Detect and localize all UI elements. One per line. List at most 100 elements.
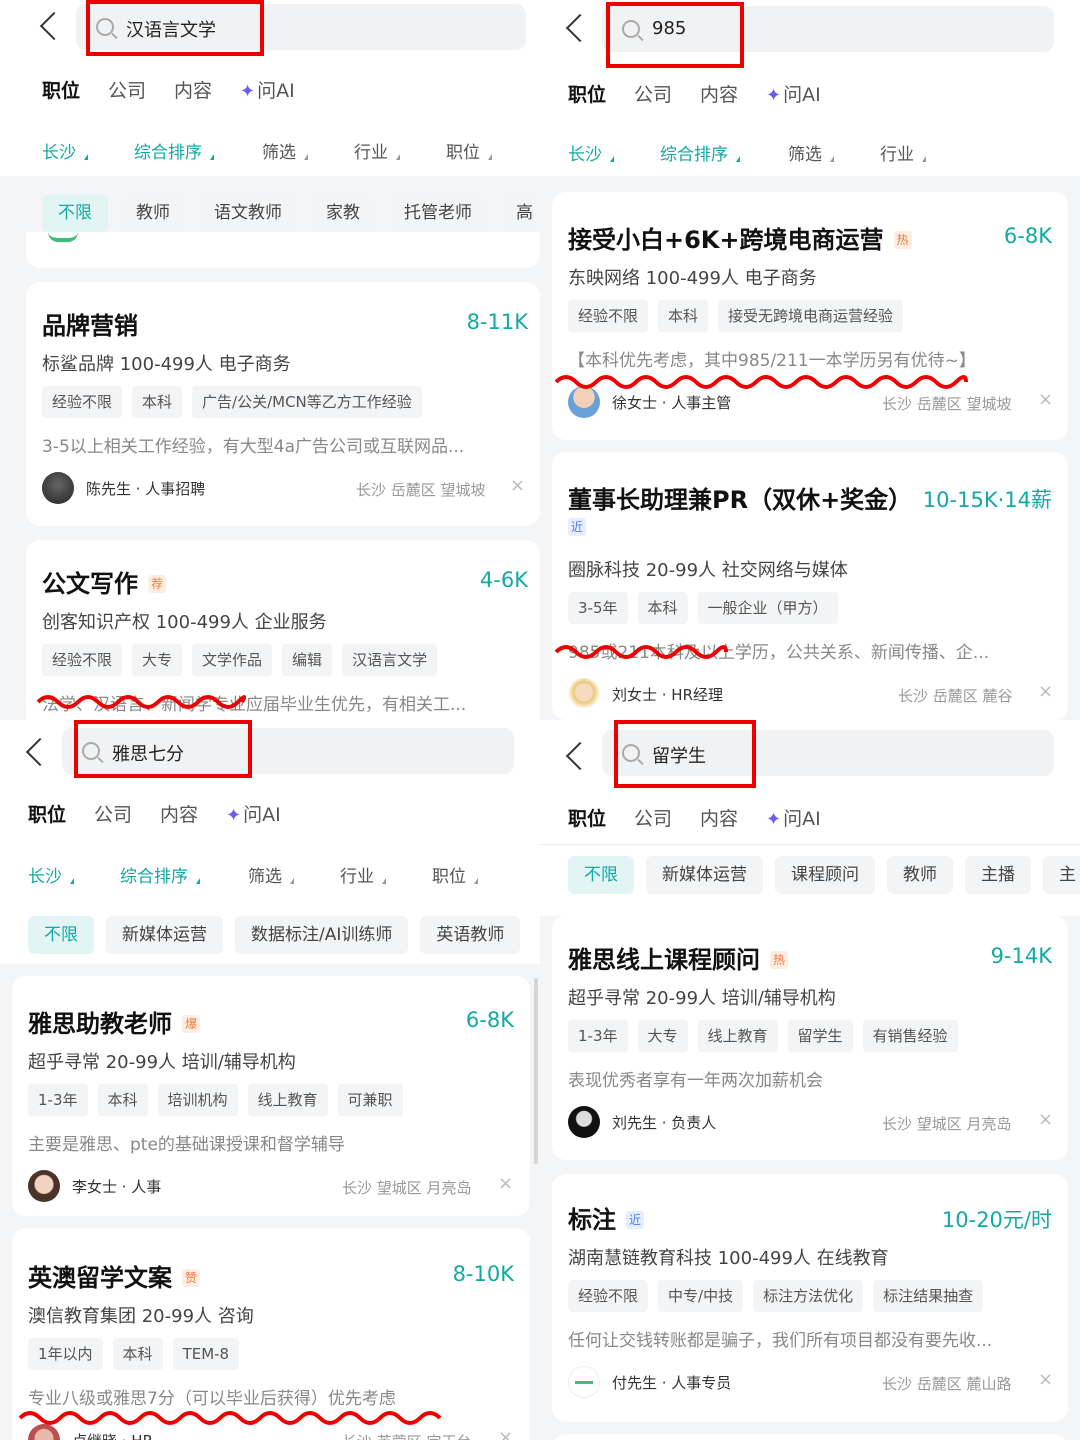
chip[interactable]: 教师 — [120, 194, 186, 232]
recruiter[interactable]: 卢继晓 · HR — [28, 1424, 153, 1440]
tab-companies[interactable]: 公司 — [108, 76, 146, 103]
chip[interactable]: 家教 — [310, 194, 376, 232]
tab-companies[interactable]: 公司 — [94, 800, 132, 827]
search-input[interactable]: 留学生 — [652, 742, 706, 768]
chip[interactable]: 新媒体运营 — [646, 856, 763, 894]
job-title: 标注近 — [568, 1200, 645, 1235]
tab-companies[interactable]: 公司 — [634, 804, 672, 831]
filter-sort[interactable]: 综合排序 — [660, 140, 788, 165]
job-salary: 8-11K — [466, 310, 528, 334]
sparkle-icon: ✦ — [766, 85, 782, 106]
chip[interactable]: 课程顾问 — [775, 856, 875, 894]
avatar — [28, 1170, 60, 1202]
filter-position[interactable]: 职位 — [446, 138, 492, 163]
caret-icon — [488, 154, 492, 160]
caret-icon — [210, 154, 214, 160]
tag: 1-3年 — [28, 1084, 88, 1116]
filter-industry[interactable]: 行业 — [340, 862, 432, 887]
chip[interactable]: 高 — [500, 194, 540, 232]
recruiter[interactable]: 陈先生 · 人事招聘 — [42, 472, 205, 504]
tab-content[interactable]: 内容 — [700, 80, 738, 107]
tag: 线上教育 — [697, 1020, 778, 1052]
search-input[interactable]: 985 — [652, 18, 686, 39]
filter-sort[interactable]: 综合排序 — [120, 862, 248, 887]
tag: 一般企业（甲方） — [697, 592, 838, 624]
panel-search-985: 985 职位 公司 内容 ✦ 问AI 长沙 综合排序 筛选 行业 接受小白+6K+… — [540, 0, 1080, 720]
tag: TEM-8 — [172, 1338, 240, 1370]
close-icon[interactable]: × — [1038, 1369, 1053, 1390]
chip-all[interactable]: 不限 — [28, 916, 94, 954]
tag: 接受无跨境电商运营经验 — [718, 300, 904, 332]
filter-city[interactable]: 长沙 — [42, 138, 134, 163]
recruiter-name: 陈先生 · 人事招聘 — [86, 479, 206, 498]
filter-city[interactable]: 长沙 — [28, 862, 120, 887]
recruiter[interactable]: 徐女士 · 人事主管 — [568, 386, 731, 418]
chip[interactable]: 语文教师 — [198, 194, 298, 232]
close-icon[interactable]: × — [510, 475, 525, 496]
tag: 1年以内 — [28, 1338, 103, 1370]
chip-all[interactable]: 不限 — [42, 194, 108, 232]
tab-ask-ai[interactable]: ✦ 问AI — [766, 804, 821, 831]
chip[interactable]: 英语教师 — [420, 916, 521, 954]
filter-sort[interactable]: 综合排序 — [134, 138, 262, 163]
chip-all[interactable]: 不限 — [568, 856, 634, 894]
chip[interactable]: 主 — [1043, 856, 1080, 894]
chip-row: 不限 新媒体运营 课程顾问 教师 主播 主 — [568, 856, 1080, 894]
filter-city[interactable]: 长沙 — [568, 140, 660, 165]
tab-ask-ai[interactable]: ✦ 问AI — [766, 80, 821, 107]
job-card[interactable]: 董事长助理兼PR（双休+奖金） 10-15K·14薪 近 圈脉科技 20-99人… — [552, 452, 1068, 720]
job-title: 公文写作荐 — [42, 564, 167, 599]
job-card[interactable]: 品牌营销 8-11K 标鲨品牌 100-499人 电子商务 经验不限 本科 广告… — [26, 282, 540, 526]
filter-position[interactable]: 职位 — [432, 862, 478, 887]
tag-list: 经验不限 本科 广告/公关/MCN等乙方工作经验 — [42, 386, 422, 418]
recruiter[interactable]: 刘女士 · HR经理 — [568, 678, 723, 710]
badge-recommend: 荐 — [148, 575, 167, 593]
job-card[interactable]: 英澳留学文案赞 8-10K 澳信教育集团 20-99人 咨询 1年以内 本科 T… — [12, 1228, 530, 1440]
close-icon[interactable]: × — [1038, 1109, 1053, 1130]
tab-jobs[interactable]: 职位 — [28, 800, 66, 827]
job-card[interactable]: 雅思助教老师爆 6-8K 超乎寻常 20-99人 培训/辅导机构 1-3年 本科… — [12, 976, 530, 1216]
filter-screen[interactable]: 筛选 — [788, 140, 880, 165]
filter-industry[interactable]: 行业 — [880, 140, 926, 165]
panel-search-hanyu: 汉语言文学 职位 公司 内容 ✦ 问AI 长沙 综合排序 筛选 行业 职位 不限 … — [0, 0, 540, 720]
chip[interactable]: 新媒体运营 — [106, 916, 223, 954]
filter-screen[interactable]: 筛选 — [262, 138, 354, 163]
search-bar[interactable]: 985 — [602, 6, 1054, 52]
recruiter[interactable]: 李女士 · 人事 — [28, 1170, 161, 1202]
job-card[interactable]: 接受小白+6K+跨境电商运营热 6-8K 东映网络 100-499人 电子商务 … — [552, 192, 1068, 440]
tab-ask-ai[interactable]: ✦ 问AI — [226, 800, 281, 827]
close-icon[interactable]: × — [498, 1173, 513, 1194]
close-icon[interactable]: × — [1038, 389, 1053, 410]
filter-industry[interactable]: 行业 — [354, 138, 446, 163]
job-title: 雅思线上课程顾问热 — [568, 940, 789, 975]
recruiter[interactable]: 刘先生 · 负责人 — [568, 1106, 716, 1138]
job-card[interactable]: 雅思线上课程顾问热 9-14K 超乎寻常 20-99人 培训/辅导机构 1-3年… — [552, 916, 1068, 1160]
tab-content[interactable]: 内容 — [160, 800, 198, 827]
tab-jobs[interactable]: 职位 — [42, 76, 80, 103]
chip[interactable]: 托管老师 — [388, 194, 488, 232]
tab-content[interactable]: 内容 — [700, 804, 738, 831]
recruiter[interactable]: 付先生 · 人事专员 — [568, 1366, 731, 1398]
search-bar[interactable]: 汉语言文学 — [76, 4, 526, 50]
job-card[interactable]: 标注近 10-20元/时 湖南慧链教育科技 100-499人 在线教育 经验不限… — [552, 1174, 1068, 1422]
close-icon[interactable]: × — [1038, 681, 1053, 702]
chip[interactable]: 教师 — [887, 856, 953, 894]
search-bar[interactable]: 留学生 — [602, 730, 1054, 776]
search-bar[interactable]: 雅思七分 — [62, 728, 514, 774]
scrollbar[interactable] — [534, 978, 538, 1164]
job-salary: 4-6K — [479, 568, 528, 592]
chip[interactable]: 数据标注/AI训练师 — [235, 916, 409, 954]
job-card[interactable]: 公文写作荐 4-6K 创客知识产权 100-499人 企业服务 经验不限 大专 … — [26, 540, 540, 720]
tab-jobs[interactable]: 职位 — [568, 804, 606, 831]
chip[interactable]: 主播 — [965, 856, 1031, 894]
tag-list: 3-5年 本科 一般企业（甲方） — [568, 592, 838, 624]
search-input[interactable]: 汉语言文学 — [126, 16, 216, 42]
tab-jobs[interactable]: 职位 — [568, 80, 606, 107]
tab-content[interactable]: 内容 — [174, 76, 212, 103]
close-icon[interactable]: × — [498, 1427, 513, 1440]
tag: 本科 — [658, 300, 709, 332]
tab-companies[interactable]: 公司 — [634, 80, 672, 107]
filter-screen[interactable]: 筛选 — [248, 862, 340, 887]
search-input[interactable]: 雅思七分 — [112, 740, 184, 766]
tab-ask-ai[interactable]: ✦ 问AI — [240, 76, 295, 103]
